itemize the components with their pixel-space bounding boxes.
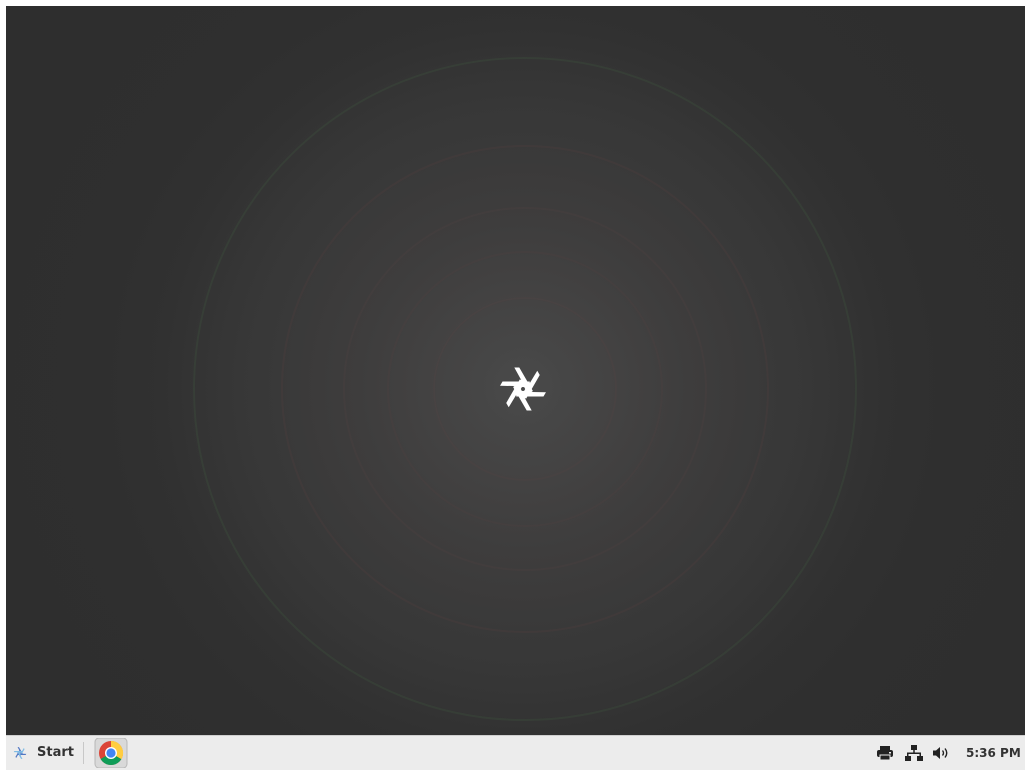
chrome-icon: [94, 737, 128, 769]
printer-icon[interactable]: [876, 745, 894, 761]
nixos-logo-icon: [499, 367, 547, 411]
start-button[interactable]: Start: [6, 736, 78, 770]
taskbar-divider: [83, 742, 84, 764]
network-icon[interactable]: [905, 745, 923, 761]
volume-icon[interactable]: [932, 745, 950, 761]
screen: Start 5:36 PM: [6, 6, 1025, 770]
taskbar-item-chrome[interactable]: [94, 737, 128, 769]
taskbar: Start 5:36 PM: [6, 735, 1025, 770]
nixos-snowflake-icon: [13, 747, 27, 759]
clock[interactable]: 5:36 PM: [966, 746, 1021, 760]
start-label: Start: [37, 745, 74, 760]
desktop[interactable]: [6, 6, 1025, 735]
